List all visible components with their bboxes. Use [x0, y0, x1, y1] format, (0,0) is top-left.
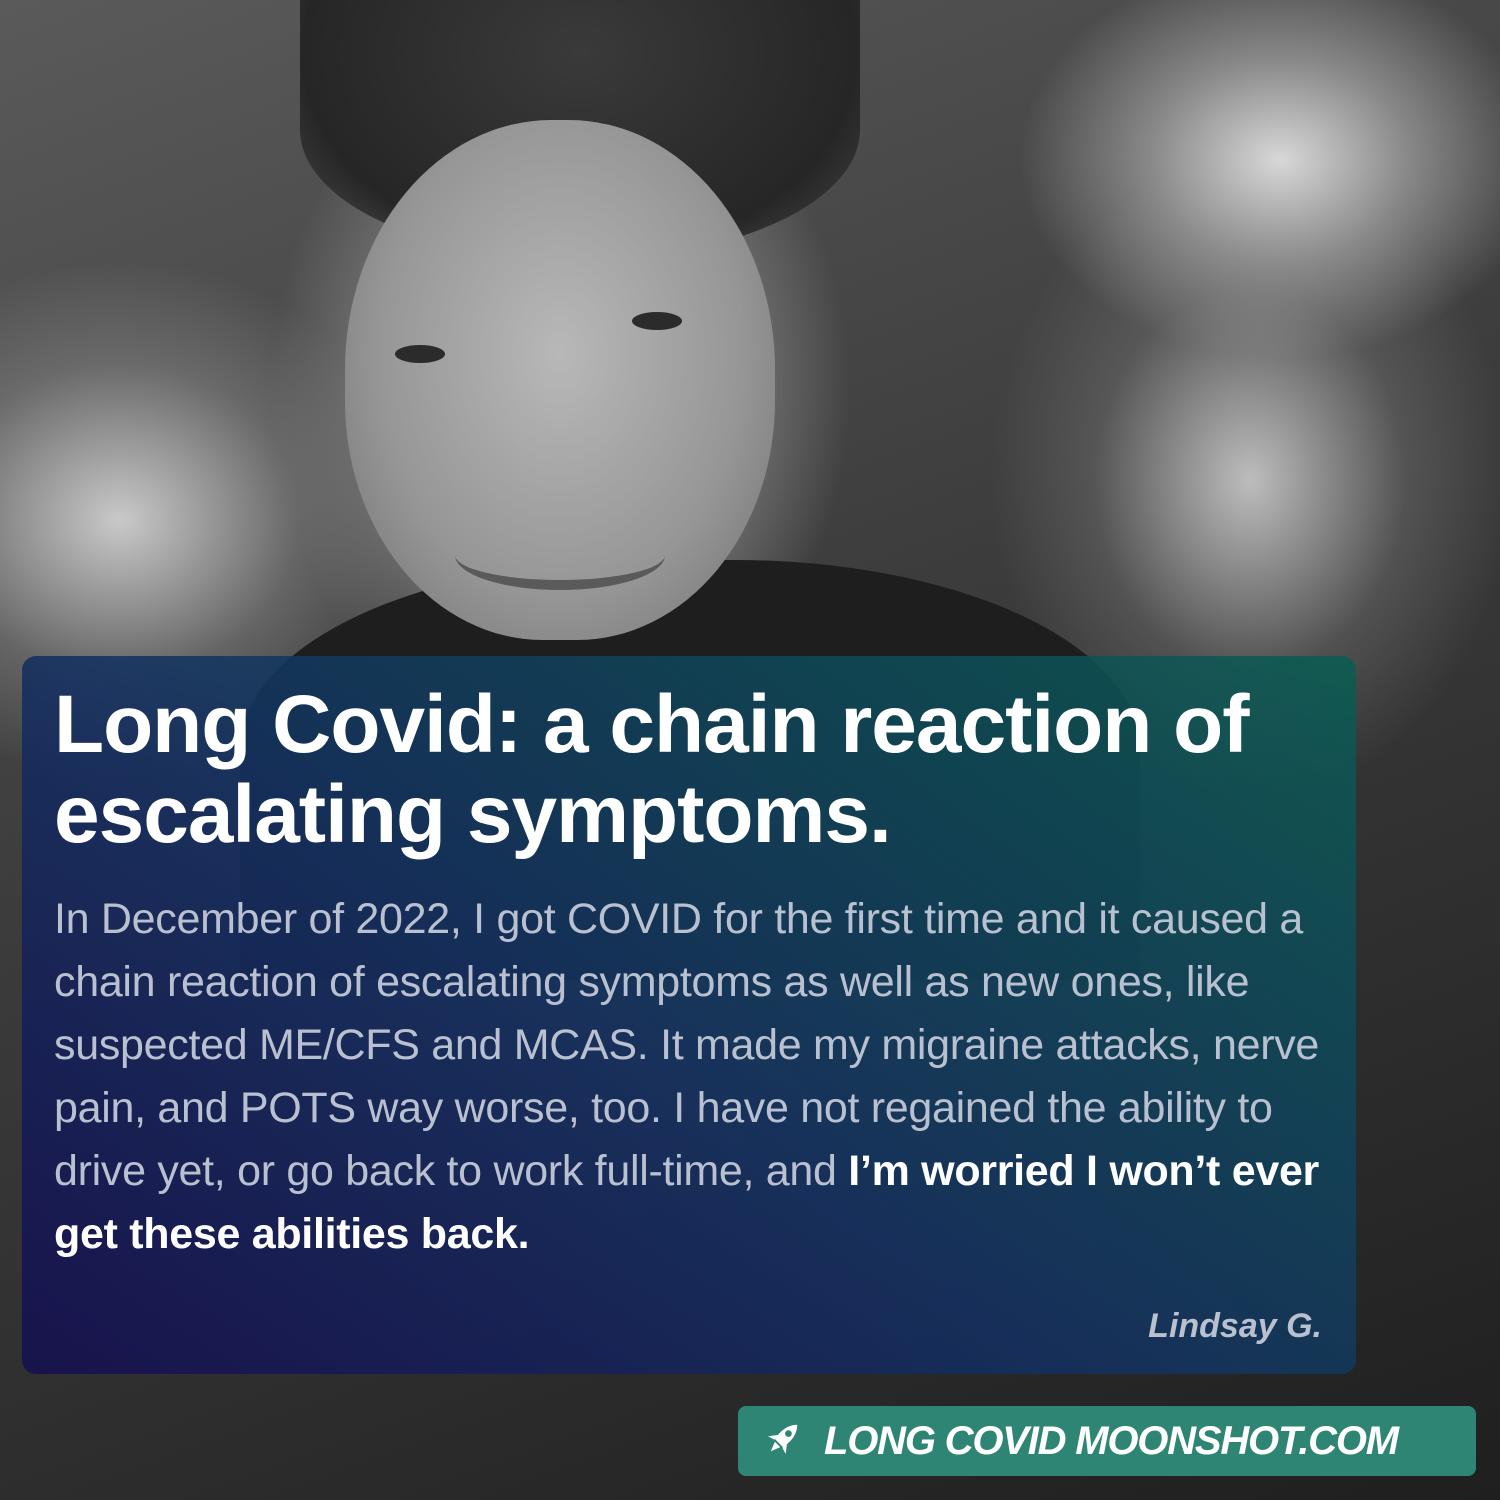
headline: Long Covid: a chain reaction of escalati…: [54, 679, 1250, 860]
photo-smile: [455, 520, 665, 590]
site-url[interactable]: LONG COVID MOONSHOT.COM: [824, 1419, 1399, 1464]
quote-card: Long Covid: a chain reaction of escalati…: [22, 656, 1356, 1374]
quote-body: In December of 2022, I got COVID for the…: [54, 888, 1334, 1266]
photo-eye-left: [395, 345, 445, 363]
attribution: Lindsay G.: [1148, 1307, 1322, 1345]
site-badge[interactable]: LONG COVID MOONSHOT.COM: [738, 1406, 1476, 1476]
photo-eye-right: [632, 312, 682, 330]
rocket-icon: [760, 1416, 806, 1467]
